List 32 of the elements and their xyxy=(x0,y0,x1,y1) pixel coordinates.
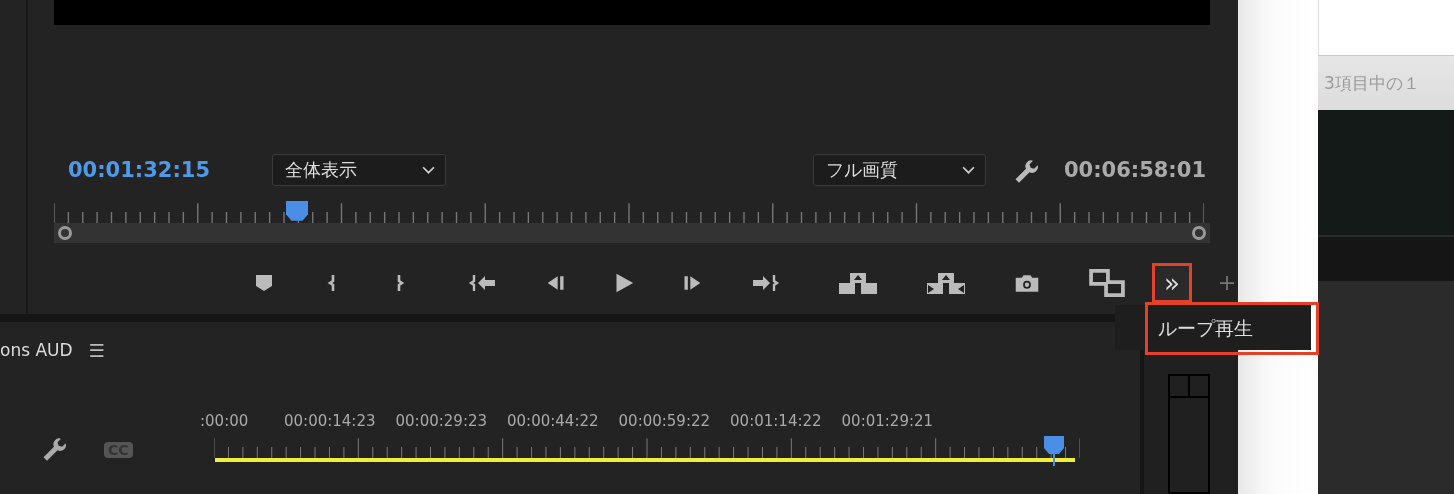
go-to-out-icon[interactable] xyxy=(750,273,780,293)
zoom-dropdown[interactable]: 全体表示 xyxy=(272,154,446,186)
step-back-icon[interactable] xyxy=(546,273,566,293)
chevron-icon xyxy=(961,165,975,175)
item-count: 3項目中の１ xyxy=(1324,71,1420,95)
time-label: 00:00:14:23 xyxy=(284,412,376,430)
duration-timecode: 00:06:58:01 xyxy=(1063,158,1206,182)
chevron-icon xyxy=(422,165,435,175)
sequence-tab[interactable]: ons AUD xyxy=(0,340,73,360)
time-label: 00:01:29:21 xyxy=(841,412,934,430)
time-label: 00:00:59:22 xyxy=(618,412,711,430)
time-label: 00:01:14:22 xyxy=(730,412,822,430)
add-icon[interactable] xyxy=(1220,276,1234,290)
marker-icon[interactable] xyxy=(254,273,274,293)
menu-icon[interactable]: ☰ xyxy=(88,339,105,361)
go-to-in-icon[interactable] xyxy=(468,273,498,293)
tooltip: ループ再生 xyxy=(1115,302,1319,355)
quality-dropdown[interactable]: フル画質 xyxy=(812,154,986,186)
step-forward-icon[interactable] xyxy=(682,273,702,293)
time-label: 00:00:44:22 xyxy=(507,412,599,430)
camera-icon[interactable] xyxy=(1014,273,1040,293)
play-icon[interactable] xyxy=(614,273,634,293)
time-label: 00:00:29:23 xyxy=(395,412,488,430)
time-label: :00:00 xyxy=(200,412,250,430)
current-timecode[interactable]: 00:01:32:15 xyxy=(68,158,272,182)
out-handle[interactable] xyxy=(1192,226,1206,240)
film-icon[interactable] xyxy=(1088,268,1126,298)
overflow-button[interactable]: » xyxy=(1152,263,1192,303)
playhead[interactable] xyxy=(1042,436,1065,466)
in-handle[interactable] xyxy=(58,226,72,240)
lift-icon[interactable] xyxy=(838,272,878,294)
extract-icon[interactable] xyxy=(926,272,966,294)
